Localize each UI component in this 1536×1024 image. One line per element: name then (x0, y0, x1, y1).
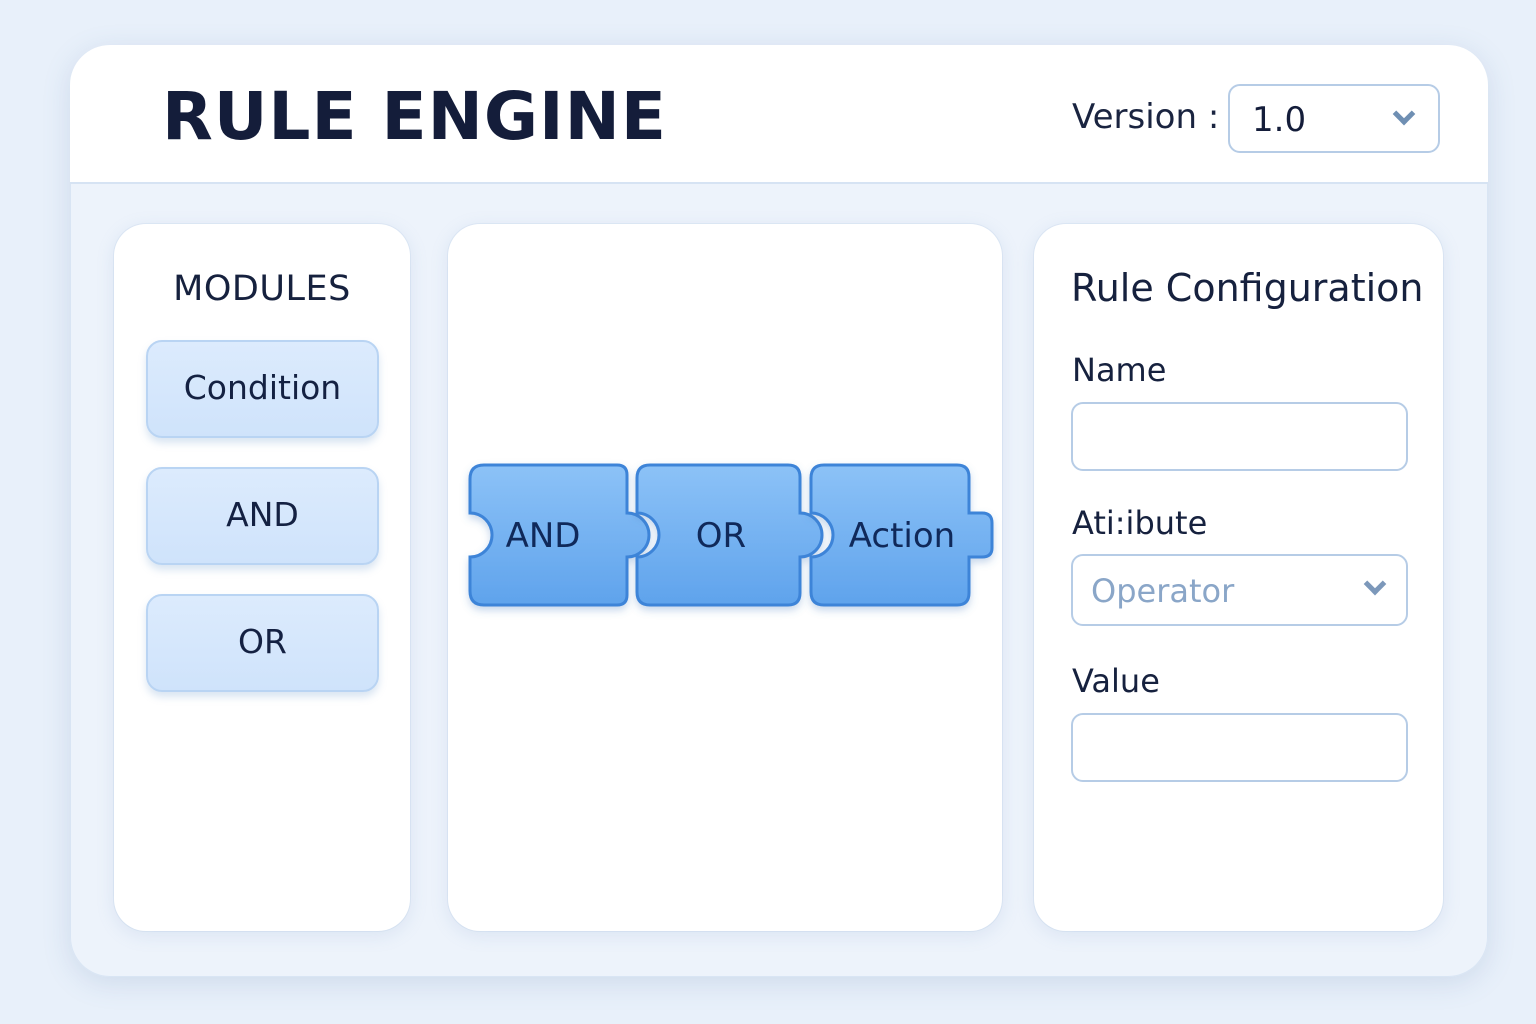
header-bar: RULE ENGINE Version : 1.0 (70, 45, 1488, 184)
rule-block-and[interactable] (468, 463, 651, 607)
rule-block-or[interactable] (635, 463, 824, 607)
page-title: RULE ENGINE (162, 78, 667, 155)
rule-configuration-panel: Rule Configuration Name Ati:ibute Operat… (1034, 224, 1443, 931)
modules-title: MODULES (173, 269, 351, 309)
name-label: Name (1072, 351, 1167, 389)
module-or-button[interactable]: OR (146, 594, 379, 692)
attribute-label: Ati:ibute (1072, 504, 1208, 542)
module-condition-button[interactable]: Condition (146, 340, 379, 438)
version-label: Version : (1072, 97, 1220, 137)
operator-select[interactable]: Operator (1071, 554, 1408, 626)
rule-block-action[interactable] (809, 463, 994, 607)
value-input[interactable] (1071, 713, 1408, 782)
rule-engine-window: RULE ENGINE Version : 1.0 MODULES Condit… (70, 45, 1488, 977)
version-select[interactable]: 1.0 (1228, 84, 1440, 153)
modules-panel: MODULES Condition AND OR (114, 224, 410, 931)
chevron-down-icon (1363, 572, 1387, 596)
name-input[interactable] (1071, 402, 1408, 471)
rule-blocks-graphic (468, 463, 994, 607)
operator-placeholder: Operator (1091, 572, 1235, 610)
config-title: Rule Configuration (1071, 266, 1424, 310)
module-and-button[interactable]: AND (146, 467, 379, 565)
chevron-down-icon (1392, 102, 1416, 126)
rule-canvas[interactable]: AND OR Action (448, 224, 1002, 931)
version-value: 1.0 (1252, 100, 1307, 140)
value-label: Value (1072, 662, 1160, 700)
